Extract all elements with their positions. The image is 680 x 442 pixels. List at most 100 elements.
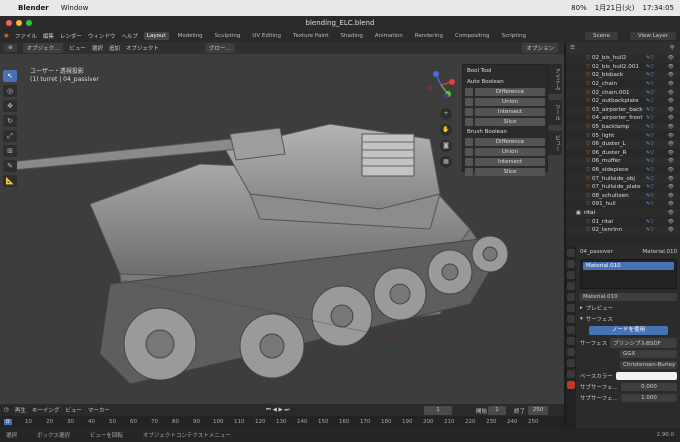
tab-shading[interactable]: Shading <box>338 32 366 40</box>
modifier-tab-icon[interactable] <box>567 326 575 334</box>
tool-tab-icon[interactable] <box>567 249 575 257</box>
outliner-row[interactable]: ▽ 02_tenrinn ✎▽ 👁 <box>566 225 680 235</box>
use-nodes-button[interactable]: ノードを使用 <box>589 326 668 335</box>
visibility-icon[interactable]: 👁 <box>668 158 674 164</box>
minimize-window-button[interactable] <box>16 20 22 26</box>
subsurface-radius-field[interactable]: 1.000 <box>620 393 677 402</box>
outliner-row[interactable]: ▽ 06_muffer ✎▽ 👁 <box>566 157 680 166</box>
tab-compositing[interactable]: Compositing <box>452 32 492 40</box>
material-tab-icon[interactable] <box>567 381 575 389</box>
menu-file[interactable]: ファイル <box>15 32 37 40</box>
tab-modeling[interactable]: Modeling <box>175 32 206 40</box>
outliner-row[interactable]: ▽ 02_chain.001 ✎▽ 👁 <box>566 88 680 97</box>
scale-tool-icon[interactable]: ⤢ <box>3 130 17 142</box>
visibility-icon[interactable]: 👁 <box>668 210 674 216</box>
tab-scripting[interactable]: Scripting <box>498 32 528 40</box>
app-menu[interactable]: Blender <box>18 4 49 12</box>
mode-dropdown[interactable]: オブジェク... <box>22 43 64 53</box>
close-window-button[interactable] <box>6 20 12 26</box>
timeline-editor-icon[interactable]: ◷ <box>4 407 9 413</box>
preview-panel-header[interactable]: ▸ プレビュー <box>577 302 680 313</box>
outliner-row[interactable]: ▽ 04_airporter_front ✎▽ 👁 <box>566 114 680 123</box>
auto-union-button[interactable]: Union <box>475 97 545 106</box>
window-menu[interactable]: Window <box>61 4 89 12</box>
visibility-icon[interactable]: 👁 <box>668 124 674 130</box>
outliner-row[interactable]: ▽ 06_duster_R ✎▽ 👁 <box>566 149 680 158</box>
3d-viewport[interactable]: ユーザー・透視投影 (1) turret | 04_passiver ↖ ◎ ✥… <box>0 54 564 404</box>
auto-slice-button[interactable]: Slice <box>475 117 545 126</box>
tab-sculpting[interactable]: Sculpting <box>212 32 244 40</box>
menu-marker[interactable]: マーカー <box>88 406 110 414</box>
material-slot-list[interactable]: Material.010 <box>580 259 677 289</box>
render-tab-icon[interactable] <box>567 260 575 268</box>
menu-help[interactable]: ヘルプ <box>121 32 138 40</box>
menu-edit[interactable]: 編集 <box>43 32 54 40</box>
subsurface-field[interactable]: 0.000 <box>620 382 677 391</box>
bool-tool-title[interactable]: Bool Tool <box>465 67 545 75</box>
auto-difference-button[interactable]: Difference <box>475 87 545 96</box>
options-dropdown[interactable]: オプション <box>522 43 558 53</box>
outliner-row[interactable]: ▽ 07_hullside_plate ✎▽ 👁 <box>566 183 680 192</box>
move-tool-icon[interactable]: ✥ <box>3 100 17 112</box>
scene-selector[interactable]: Scene <box>585 32 618 40</box>
menu-window[interactable]: ウィンドウ <box>88 32 116 40</box>
outliner-row[interactable]: ▽ 01_ritai ✎▽ 👁 <box>566 217 680 226</box>
editor-type-icon[interactable]: ⊕ <box>4 44 17 52</box>
subsurface-method-dropdown[interactable]: Christensen-Burley <box>620 360 677 369</box>
view-layer-selector[interactable]: View Layer <box>629 32 676 40</box>
brush-union-button[interactable]: Union <box>475 147 545 156</box>
menu-select[interactable]: 選択 <box>92 44 103 52</box>
outliner-row[interactable]: ▽ 02_bis_hull2.001 ✎▽ 👁 <box>566 63 680 72</box>
rotate-tool-icon[interactable]: ↻ <box>3 115 17 127</box>
outliner-row[interactable]: ▽ 02_chain ✎▽ 👁 <box>566 80 680 89</box>
outliner-row[interactable]: ▽ 05_backlamp ✎▽ 👁 <box>566 122 680 132</box>
outliner-row[interactable]: ▽ 06_duster_L ✎▽ 👁 <box>566 139 680 149</box>
tab-view[interactable]: ビュー <box>548 130 562 155</box>
outliner-collection-row[interactable]: ▣ ritai 👁 <box>566 208 680 218</box>
menu-add[interactable]: 追加 <box>109 44 120 52</box>
visibility-icon[interactable]: 👁 <box>668 150 674 156</box>
visibility-icon[interactable]: 👁 <box>668 64 674 70</box>
world-tab-icon[interactable] <box>567 304 575 312</box>
current-frame-field[interactable]: 1 <box>424 405 452 415</box>
surface-shader-field[interactable]: プリンシプルBSDF <box>610 337 677 348</box>
scene-tab-icon[interactable] <box>567 293 575 301</box>
data-tab-icon[interactable] <box>567 370 575 378</box>
visibility-icon[interactable]: 👁 <box>668 115 674 121</box>
output-tab-icon[interactable] <box>567 271 575 279</box>
auto-intersect-button[interactable]: Intersect <box>475 107 545 116</box>
menu-timeline-view[interactable]: ビュー <box>65 406 82 414</box>
view-layer-tab-icon[interactable] <box>567 282 575 290</box>
timeline-ruler[interactable]: 0 10 20 30 40 50 60 70 80 90 100 110 120… <box>0 416 564 428</box>
visibility-icon[interactable]: 👁 <box>668 81 674 87</box>
physics-tab-icon[interactable] <box>567 348 575 356</box>
menu-render[interactable]: レンダー <box>60 32 82 40</box>
visibility-icon[interactable]: 👁 <box>668 227 674 233</box>
visibility-icon[interactable]: 👁 <box>668 55 674 61</box>
cursor-tool-icon[interactable]: ◎ <box>3 85 17 97</box>
grid-icon[interactable]: ▦ <box>440 156 452 168</box>
measure-tool-icon[interactable]: 📐 <box>3 175 17 187</box>
material-name-field[interactable]: Material.010 <box>580 292 677 301</box>
start-frame-field[interactable]: 1 <box>488 405 506 415</box>
visibility-icon[interactable]: 👁 <box>668 184 674 190</box>
annotate-tool-icon[interactable]: ✎ <box>3 160 17 172</box>
tab-tool[interactable]: ツール <box>548 100 562 125</box>
outliner-filter-icon[interactable]: ⚲ <box>670 45 674 51</box>
camera-icon[interactable]: ◙ <box>440 140 452 152</box>
outliner-row[interactable]: ▽ 06_sidepiece ✎▽ 👁 <box>566 166 680 175</box>
object-tab-icon[interactable] <box>567 315 575 323</box>
constraints-tab-icon[interactable] <box>567 359 575 367</box>
visibility-icon[interactable]: 👁 <box>668 72 674 78</box>
brush-slice-button[interactable]: Slice <box>475 167 545 176</box>
material-slot-item[interactable]: Material.010 <box>583 262 674 270</box>
distribution-dropdown[interactable]: GGX <box>620 349 677 358</box>
visibility-icon[interactable]: 👁 <box>668 90 674 96</box>
outliner-row[interactable]: ▽ 091_hull ✎▽ 👁 <box>566 200 680 209</box>
particles-tab-icon[interactable] <box>567 337 575 345</box>
tab-layout[interactable]: Layout <box>143 32 169 40</box>
pan-icon[interactable]: ✋ <box>440 124 452 136</box>
outliner-editor-icon[interactable]: ☰ <box>570 45 575 51</box>
tab-texture-paint[interactable]: Texture Paint <box>290 32 332 40</box>
tab-item[interactable]: アイテム <box>548 64 562 94</box>
